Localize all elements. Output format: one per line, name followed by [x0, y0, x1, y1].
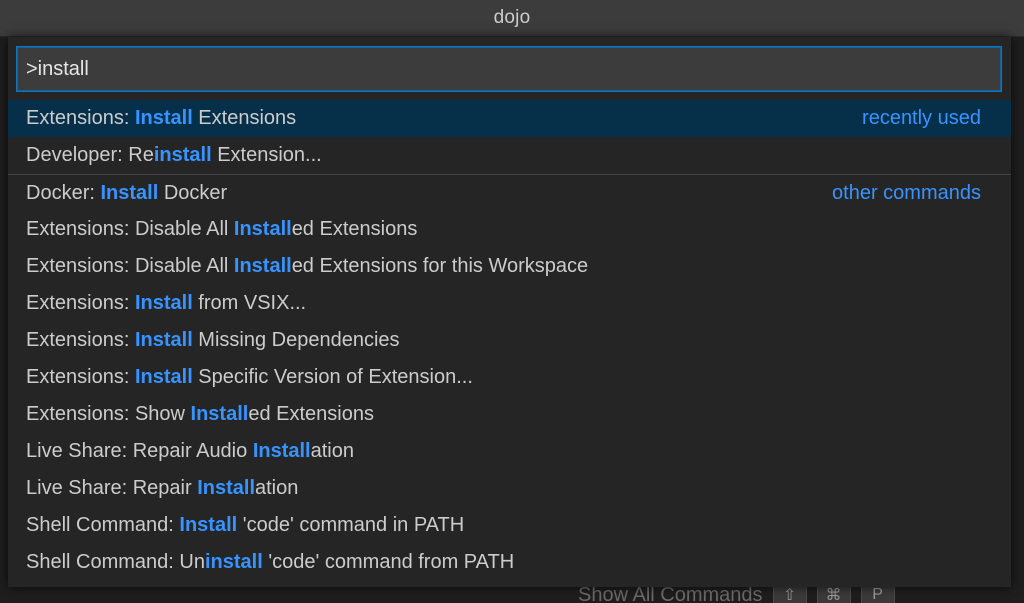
match-highlight: Install [233, 218, 292, 240]
label-text: 'code' command in PATH [237, 514, 465, 536]
label-text: Extensions [192, 107, 297, 129]
vscode-window: dojo Show All Commands ⇧ ⌘ P Extensions:… [0, 0, 1024, 603]
label-text: ed Extensions [248, 403, 374, 425]
label-text: 'code' command from PATH [262, 551, 515, 573]
label-text: Missing Dependencies [192, 329, 400, 351]
command-item[interactable]: Extensions: Install from VSIX... [8, 285, 1011, 322]
match-highlight: Install [134, 292, 193, 314]
command-item[interactable]: Extensions: Install Specific Version of … [8, 359, 1011, 396]
command-item-label: Shell Command: Install 'code' command in… [26, 514, 981, 537]
label-text: Extensions: Show [26, 403, 191, 425]
label-text: Extensions: Disable All [26, 218, 234, 240]
command-item-label: Live Share: Repair Audio Installation [26, 440, 981, 463]
match-highlight: Install [134, 329, 193, 351]
command-item[interactable]: Extensions: Install Extensions recently u… [8, 100, 1011, 137]
label-text: Extensions: Disable All [26, 255, 234, 277]
command-item-label: Docker: Install Docker [26, 182, 832, 205]
label-text: Extensions: [26, 366, 135, 388]
command-item-label: Developer: Reinstall Extension... [26, 144, 981, 167]
command-item[interactable]: Live Share: Repair Audio Installation [8, 433, 1011, 470]
command-item[interactable]: Shell Command: Uninstall 'code' command … [8, 544, 1011, 581]
label-text: ed Extensions for this Workspace [291, 255, 589, 277]
label-text: ation [310, 440, 354, 462]
match-highlight: Install [190, 403, 249, 425]
command-group-tag: other commands [832, 181, 981, 204]
command-item-label: Extensions: Install Specific Version of … [26, 366, 981, 389]
command-group-tag: recently used [862, 107, 981, 129]
command-item[interactable]: Live Share: Repair Installation [8, 470, 1011, 507]
command-item[interactable]: Developer: Reinstall Extension... [8, 137, 1011, 174]
label-text: Extensions: [26, 107, 135, 129]
match-highlight: Install [179, 514, 238, 536]
command-item[interactable]: Extensions: Install Missing Dependencies [8, 322, 1011, 359]
command-item[interactable]: Shell Command: Install 'code' command in… [8, 507, 1011, 544]
label-text: from VSIX... [192, 292, 307, 314]
command-item-label: Live Share: Repair Installation [26, 477, 981, 500]
label-text: ation [255, 477, 299, 499]
command-item-label: Extensions: Install Extensions [26, 107, 862, 130]
label-text: Docker: [26, 181, 101, 204]
command-item-label: Extensions: Disable All Installed Extens… [26, 218, 981, 241]
label-text: Docker [158, 181, 228, 204]
command-input[interactable] [26, 57, 986, 81]
label-text: Developer: Re [26, 144, 154, 166]
label-text: ed Extensions [291, 218, 418, 240]
command-item-label: Extensions: Install from VSIX... [26, 292, 981, 315]
match-highlight: Install [252, 440, 311, 462]
label-text: Specific Version of Extension... [192, 366, 473, 388]
label-text: Shell Command: [26, 514, 180, 536]
title-bar: dojo [0, 0, 1024, 37]
command-item[interactable]: Docker: Install Docker other commands [8, 174, 1011, 211]
label-text: Extensions: [26, 292, 135, 314]
label-text: Live Share: Repair [26, 477, 198, 499]
label-text: Live Share: Repair Audio [26, 440, 253, 462]
command-item-label: Extensions: Show Installed Extensions [26, 403, 981, 426]
command-item[interactable]: Extensions: Disable All Installed Extens… [8, 248, 1011, 285]
command-item-label: Shell Command: Uninstall 'code' command … [26, 551, 981, 574]
label-text: Shell Command: Un [26, 551, 205, 573]
label-text: Extensions: [26, 329, 135, 351]
window-title: dojo [493, 7, 531, 28]
command-item[interactable]: Extensions: Disable All Installed Extens… [8, 211, 1011, 248]
command-list: Extensions: Install Extensions recently u… [8, 100, 1011, 581]
command-item-label: Extensions: Disable All Installed Extens… [26, 255, 981, 278]
command-input-box[interactable] [16, 46, 1002, 92]
command-item[interactable]: Extensions: Show Installed Extensions [8, 396, 1011, 433]
match-highlight: Install [134, 366, 193, 388]
match-highlight: Install [233, 255, 292, 277]
match-highlight: install [204, 551, 263, 573]
label-text: Extension... [211, 144, 322, 166]
match-highlight: Install [197, 477, 255, 499]
match-highlight: Install [100, 181, 159, 204]
command-item-label: Extensions: Install Missing Dependencies [26, 329, 981, 352]
match-highlight: Install [134, 107, 193, 129]
command-palette: Extensions: Install Extensionsrecently u… [8, 37, 1011, 587]
match-highlight: install [153, 144, 212, 166]
